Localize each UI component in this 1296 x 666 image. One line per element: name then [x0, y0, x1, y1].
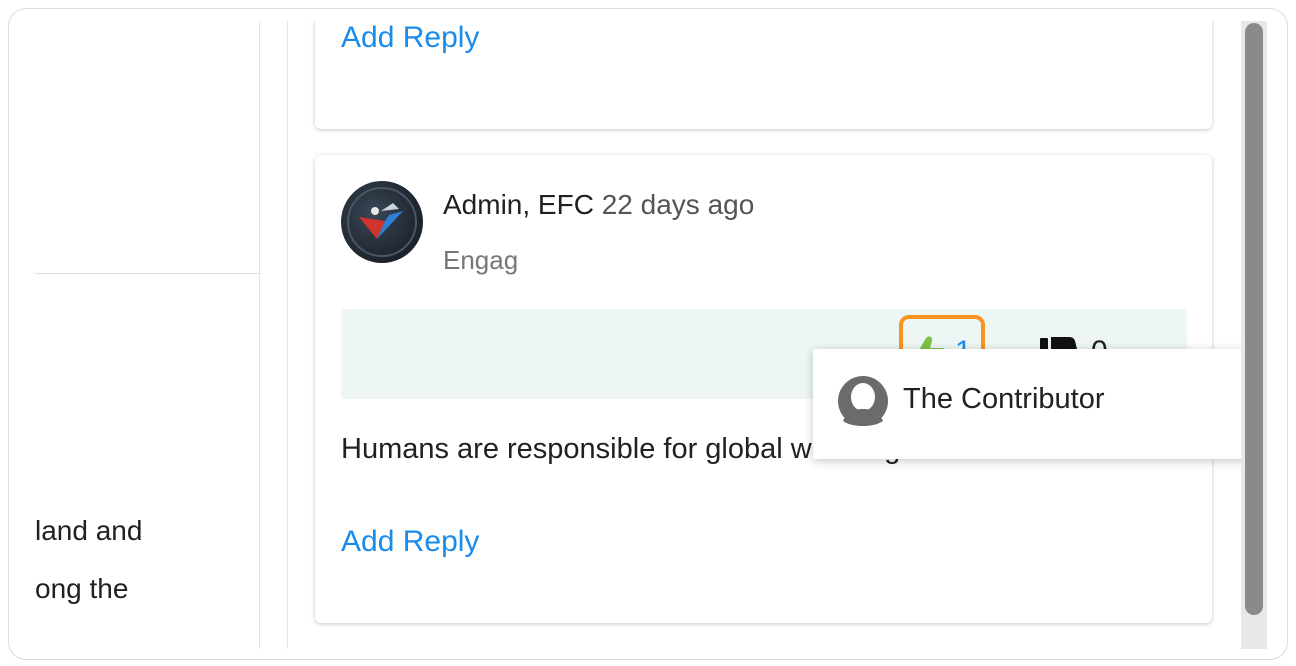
author-avatar[interactable]: [341, 181, 423, 263]
column-divider: [259, 21, 260, 649]
author-name[interactable]: Admin, EFC: [443, 189, 594, 220]
comment-time: 22 days ago: [601, 189, 755, 220]
left-content-panel: land and ong the: [35, 21, 261, 649]
avatar-logo-icon: [347, 187, 417, 257]
left-divider: [35, 273, 261, 274]
add-reply-link[interactable]: Add Reply: [341, 21, 479, 55]
author-subtitle: Engag: [443, 245, 519, 275]
left-text-line: ong the: [35, 573, 129, 604]
tooltip-user-name: The Contributor: [903, 383, 1105, 415]
comment-card: Admin, EFC 22 days ago Engag 1: [315, 155, 1267, 623]
page-viewport: land and ong the Add Reply Admin, EFC 22…: [35, 21, 1267, 649]
left-text-line: land and: [35, 515, 143, 546]
likers-tooltip: The Contributor: [813, 349, 1267, 459]
screenshot-frame: land and ong the Add Reply Admin, EFC 22…: [8, 8, 1288, 660]
add-reply-link[interactable]: Add Reply: [341, 525, 479, 559]
thread-divider: [287, 21, 288, 649]
scrollbar-thumb[interactable]: [1245, 23, 1263, 615]
comment-header: Admin, EFC 22 days ago: [443, 189, 754, 221]
comment-card-previous: Add Reply: [315, 21, 1212, 129]
user-avatar-icon: [837, 375, 889, 427]
